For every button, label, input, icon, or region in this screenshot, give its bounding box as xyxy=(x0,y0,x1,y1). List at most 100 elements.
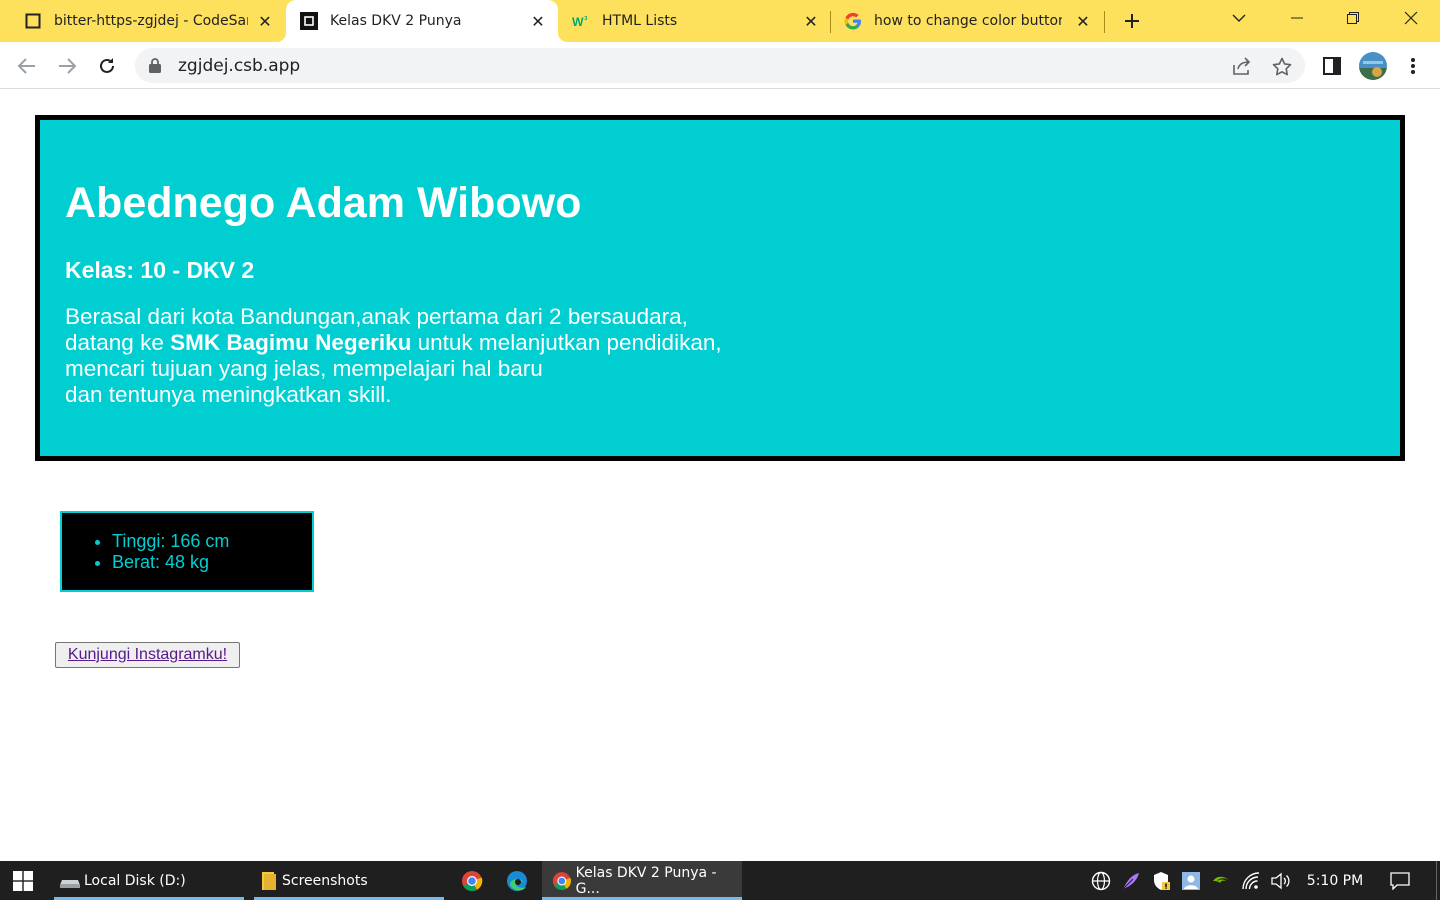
start-button[interactable] xyxy=(0,861,46,900)
reload-button[interactable] xyxy=(92,51,122,81)
plus-icon xyxy=(1125,14,1139,28)
svg-text:3: 3 xyxy=(584,16,587,22)
edge-icon xyxy=(507,870,527,891)
tab-title: how to change color button i xyxy=(874,13,1062,29)
security-tray[interactable] xyxy=(1148,861,1174,900)
arrow-right-icon xyxy=(59,58,76,74)
bio-line: mencari tujuan yang jelas, mempelajari h… xyxy=(65,356,543,381)
notification-center-button[interactable] xyxy=(1384,861,1416,900)
feather-icon xyxy=(1122,872,1139,889)
divider xyxy=(1435,861,1437,900)
wifi-icon xyxy=(1242,871,1260,889)
tab-title: bitter-https-zgjdej - CodeSan xyxy=(54,13,248,29)
tab-html-lists[interactable]: W3 HTML Lists ✕ xyxy=(562,0,828,42)
notification-icon xyxy=(1390,871,1410,890)
bio-line: Berasal dari kota Bandungan,anak pertama… xyxy=(65,304,688,329)
close-tab-icon[interactable]: ✕ xyxy=(802,12,820,31)
tab-title: HTML Lists xyxy=(602,13,678,29)
stats-list: Tinggi: 166 cm Berat: 48 kg xyxy=(112,531,312,573)
tab-separator xyxy=(830,11,831,33)
volume-tray[interactable] xyxy=(1268,861,1294,900)
svg-text:W: W xyxy=(572,15,584,29)
stats-box: Tinggi: 166 cm Berat: 48 kg xyxy=(60,511,314,592)
class-label: Kelas: 10 - DKV 2 xyxy=(65,257,255,283)
tab-google-search[interactable]: how to change color button i ✕ xyxy=(834,0,1102,42)
chrome-icon xyxy=(462,870,483,891)
forward-button[interactable] xyxy=(52,51,82,81)
profile-header: Abednego Adam Wibowo Kelas: 10 - DKV 2 B… xyxy=(35,115,1405,461)
taskbar-label: Screenshots xyxy=(282,872,368,889)
chevron-down-icon xyxy=(1232,14,1246,22)
menu-button[interactable] xyxy=(1398,51,1428,81)
tab-title: Kelas DKV 2 Punya xyxy=(330,13,462,29)
web-page: Abednego Adam Wibowo Kelas: 10 - DKV 2 B… xyxy=(0,89,1440,861)
minimize-button[interactable] xyxy=(1274,0,1320,36)
url-text[interactable]: zgjdej.csb.app xyxy=(178,56,300,76)
drive-icon xyxy=(60,879,80,888)
taskbar: Local Disk (D:) Screenshots Kelas DKV 2 … xyxy=(0,861,1440,900)
chrome-icon xyxy=(552,871,571,890)
side-panel-icon xyxy=(1323,57,1341,75)
tab-search-button[interactable] xyxy=(1216,0,1262,36)
back-button[interactable] xyxy=(12,51,42,81)
taskbar-item-chrome-window[interactable]: Kelas DKV 2 Punya - G... xyxy=(542,861,742,900)
new-tab-button[interactable] xyxy=(1118,7,1146,35)
close-tab-icon[interactable]: ✕ xyxy=(256,12,274,31)
taskbar-item-screenshots[interactable]: Screenshots xyxy=(254,861,444,900)
windows-icon xyxy=(13,870,33,891)
language-tray[interactable] xyxy=(1088,861,1114,900)
pen-tray[interactable] xyxy=(1118,861,1144,900)
tab-codesandbox[interactable]: bitter-https-zgjdej - CodeSan ✕ xyxy=(16,0,282,42)
taskbar-item-local-disk[interactable]: Local Disk (D:) xyxy=(54,861,244,900)
side-panel-button[interactable] xyxy=(1317,51,1347,81)
taskbar-item-chrome[interactable] xyxy=(452,861,492,900)
profile-avatar[interactable] xyxy=(1358,51,1388,81)
codesandbox-favicon-icon xyxy=(24,12,42,30)
restore-icon xyxy=(1347,12,1359,24)
list-item-height: Tinggi: 166 cm xyxy=(112,531,312,552)
restore-button[interactable] xyxy=(1330,0,1376,36)
arrow-left-icon xyxy=(18,58,35,74)
show-desktop-button[interactable] xyxy=(1432,861,1440,900)
taskbar-item-edge[interactable] xyxy=(497,861,537,900)
avatar xyxy=(1359,52,1387,80)
shield-warning-icon xyxy=(1154,871,1170,890)
people-tray[interactable] xyxy=(1178,861,1204,900)
codesandbox-favicon-icon xyxy=(300,12,318,30)
tab-kelas-dkv[interactable]: Kelas DKV 2 Punya ✕ xyxy=(276,0,568,42)
bio-line: dan tentunya meningkatkan skill. xyxy=(65,382,392,407)
speaker-icon xyxy=(1271,872,1290,889)
instagram-button[interactable]: Kunjungi Instagramku! xyxy=(55,642,240,668)
wifi-tray[interactable] xyxy=(1238,861,1264,900)
taskbar-label: Kelas DKV 2 Punya - G... xyxy=(575,864,717,897)
w3schools-favicon-icon: W3 xyxy=(572,12,590,30)
more-vertical-icon xyxy=(1411,58,1415,74)
nvidia-icon xyxy=(1213,876,1229,883)
school-name: SMK Bagimu Negeriku xyxy=(170,330,412,355)
close-icon xyxy=(1404,11,1418,25)
tab-separator xyxy=(1104,11,1105,33)
google-favicon-icon xyxy=(844,12,862,30)
clock[interactable]: 5:10 PM xyxy=(1300,861,1370,900)
reload-icon xyxy=(100,58,114,73)
bookmark-star-icon[interactable] xyxy=(1271,55,1293,77)
close-tab-icon[interactable]: ✕ xyxy=(529,12,547,31)
lock-icon[interactable] xyxy=(149,58,161,78)
close-window-button[interactable] xyxy=(1388,0,1434,36)
nvidia-tray[interactable] xyxy=(1208,861,1234,900)
bio-line: datang ke xyxy=(65,330,171,355)
list-item-weight: Berat: 48 kg xyxy=(112,552,312,573)
address-bar[interactable]: zgjdej.csb.app xyxy=(135,48,1305,83)
close-tab-icon[interactable]: ✕ xyxy=(1074,12,1092,31)
contact-card-icon xyxy=(1182,871,1200,890)
share-icon[interactable] xyxy=(1231,55,1253,77)
clock-time: 5:10 PM xyxy=(1306,872,1364,889)
page-title: Abednego Adam Wibowo xyxy=(65,179,582,227)
browser-toolbar: zgjdej.csb.app xyxy=(0,42,1440,89)
taskbar-label: Local Disk (D:) xyxy=(84,872,186,889)
bio-line: untuk melanjutkan pendidikan, xyxy=(411,330,722,355)
globe-icon xyxy=(1091,871,1111,890)
minimize-icon xyxy=(1291,17,1303,19)
folder-icon xyxy=(262,871,276,890)
bio-paragraph: Berasal dari kota Bandungan,anak pertama… xyxy=(65,304,1400,408)
